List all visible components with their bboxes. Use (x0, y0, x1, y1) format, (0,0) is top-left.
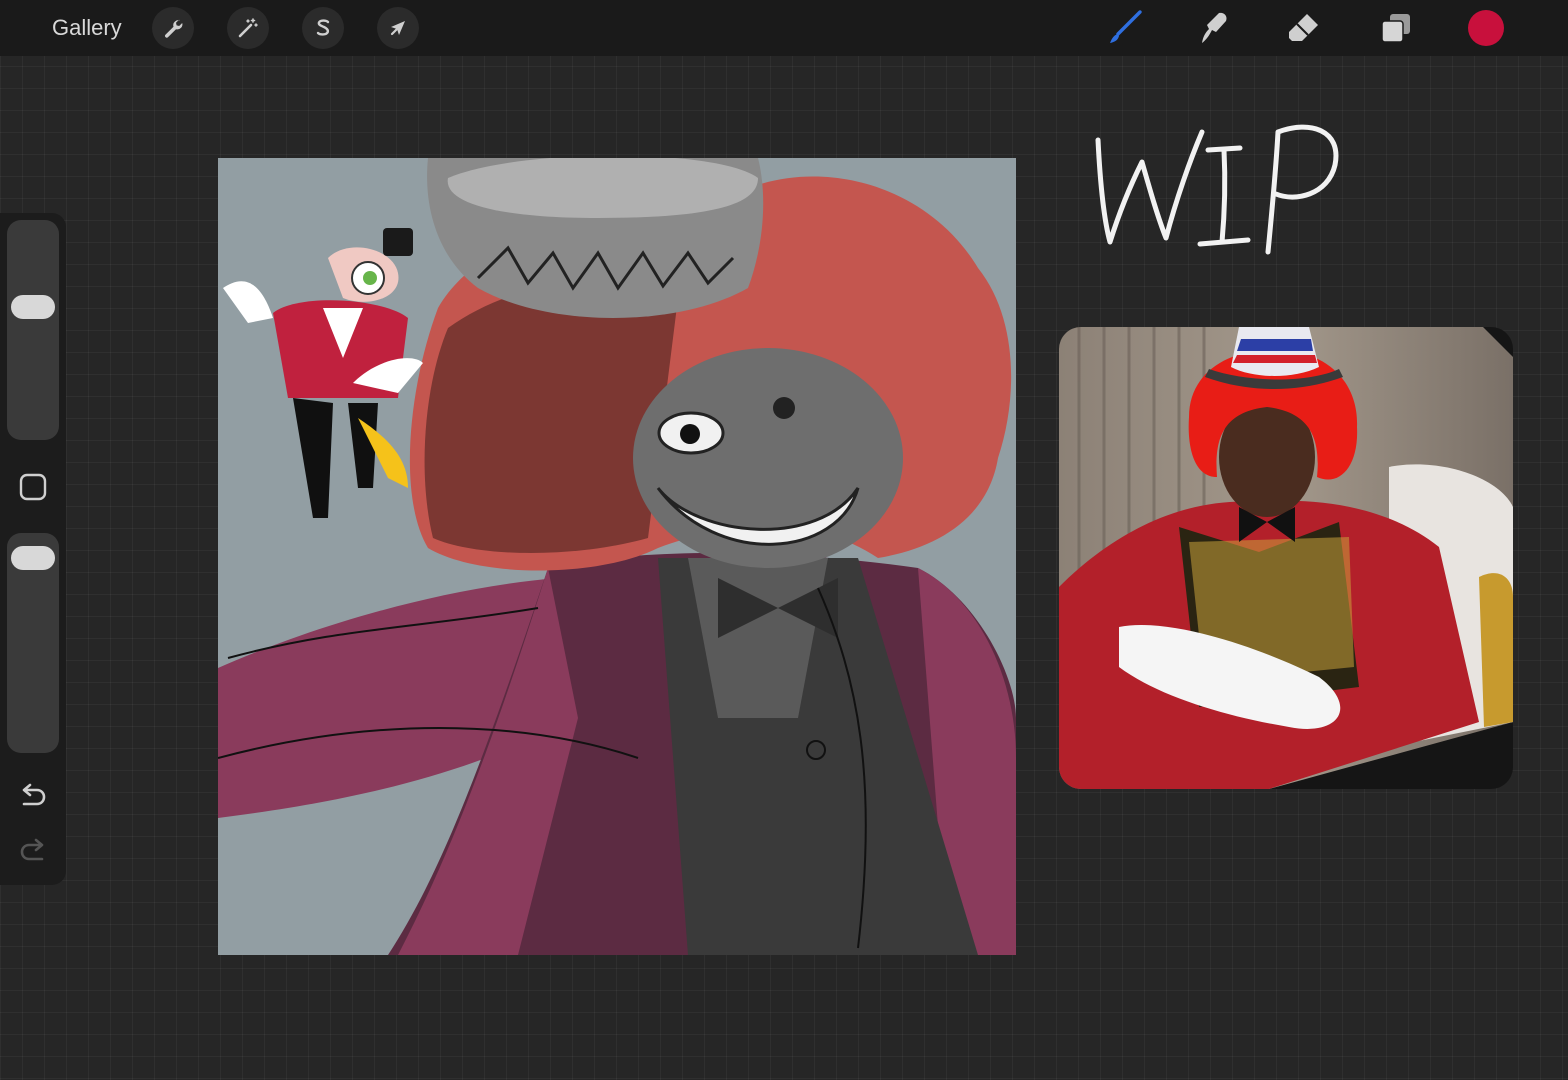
brush-icon (1110, 10, 1142, 43)
transform-button[interactable] (377, 7, 419, 49)
eraser-tool-button[interactable] (1284, 8, 1324, 48)
wrench-icon (164, 19, 183, 38)
brush-tool-button[interactable] (1104, 8, 1144, 48)
undo-button[interactable] (17, 780, 49, 812)
reference-character-sprite (223, 228, 423, 518)
selection-s-icon (316, 19, 330, 36)
wip-annotation (1080, 110, 1350, 260)
magic-wand-icon (238, 18, 258, 38)
layers-button[interactable] (1376, 8, 1416, 48)
modify-button[interactable] (19, 473, 47, 501)
layers-icon (1381, 14, 1410, 43)
opacity-thumb[interactable] (11, 546, 55, 571)
brush-size-thumb[interactable] (11, 295, 55, 320)
smudge-icon (1202, 12, 1227, 43)
reference-photo-image (1059, 327, 1513, 789)
adjustments-button[interactable] (227, 7, 269, 49)
brush-size-slider[interactable] (7, 220, 59, 440)
gallery-button[interactable]: Gallery (52, 14, 122, 42)
selection-button[interactable] (302, 7, 344, 49)
undo-icon (22, 783, 46, 806)
actions-button[interactable] (152, 7, 194, 49)
top-toolbar: Gallery (0, 0, 1568, 56)
sidebar (0, 213, 66, 885)
transform-arrow-icon (390, 21, 405, 36)
redo-icon (20, 838, 44, 861)
smudge-tool-button[interactable] (1194, 8, 1234, 48)
wip-handwriting (1095, 124, 1339, 255)
modify-square-icon (19, 473, 47, 501)
color-picker-button[interactable] (1468, 10, 1504, 46)
illustration-artwork (218, 158, 1016, 955)
eraser-icon (1289, 14, 1318, 41)
redo-button[interactable] (17, 835, 49, 867)
reference-photo[interactable] (1059, 327, 1513, 789)
drawing-canvas[interactable] (218, 158, 1016, 955)
